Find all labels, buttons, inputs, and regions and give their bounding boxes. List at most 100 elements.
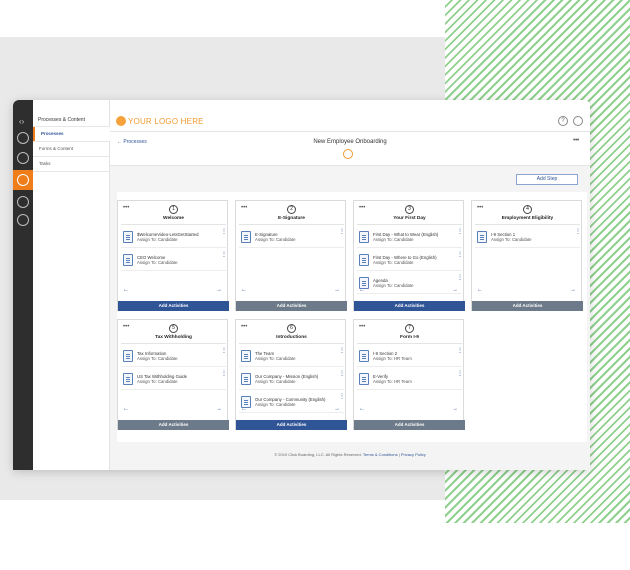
activity-item[interactable]: Agenda Assign To: Candidate ⋮ xyxy=(357,274,463,294)
activity-more-icon[interactable]: ⋮ xyxy=(339,394,345,400)
activity-more-icon[interactable]: ⋮ xyxy=(221,229,227,235)
step-more-menu[interactable]: ••• xyxy=(477,205,483,211)
secondary-nav: Processes & Content Processes Forms & Co… xyxy=(33,100,110,470)
process-icon xyxy=(343,149,353,159)
step-title: Employment Eligibility xyxy=(501,216,554,221)
add-activities-button[interactable]: Add Activities xyxy=(472,301,583,311)
activity-item[interactable]: Our Company - Mission (English) Assign To… xyxy=(239,370,345,390)
activity-assignee: Assign To: Candidate xyxy=(137,260,178,265)
activity-assignee: Assign To: Candidate xyxy=(373,283,414,288)
activity-more-icon[interactable]: ⋮ xyxy=(339,229,345,235)
terms-link[interactable]: Terms & Conditions xyxy=(363,452,398,457)
processes-rail-item[interactable] xyxy=(13,170,33,190)
move-right-icon[interactable]: → xyxy=(452,406,458,412)
activity-assignee: Assign To: Candidate xyxy=(255,237,296,242)
move-right-icon[interactable]: → xyxy=(216,406,222,412)
step-more-menu[interactable]: ••• xyxy=(123,324,129,330)
activity-item[interactable]: US Tax Withholding Guide Assign To: Candi… xyxy=(121,370,227,390)
page-title: New Employee Onboarding xyxy=(313,139,387,145)
document-icon xyxy=(359,350,369,362)
document-icon xyxy=(477,231,487,243)
activity-assignee: Assign To: Candidate xyxy=(137,356,178,361)
document-icon xyxy=(123,254,133,266)
step-more-menu[interactable]: ••• xyxy=(359,205,365,211)
top-bar: YOUR LOGO HERE ? xyxy=(110,100,590,132)
settings-icon[interactable] xyxy=(17,214,29,226)
activity-more-icon[interactable]: ⋮ xyxy=(221,252,227,258)
add-activities-button[interactable]: Add Activities xyxy=(118,420,229,430)
step-more-menu[interactable]: ••• xyxy=(241,205,247,211)
activity-item[interactable]: E-Verify Assign To: HR Team ⋮ xyxy=(357,370,463,390)
move-right-icon[interactable]: → xyxy=(334,406,340,412)
activity-item[interactable]: Our Company - Community (English) Assign … xyxy=(239,393,345,413)
move-right-icon[interactable]: → xyxy=(334,287,340,293)
step-more-menu[interactable]: ••• xyxy=(359,324,365,330)
activity-more-icon[interactable]: ⋮ xyxy=(221,371,227,377)
footer: © 2019 Click Boarding, LLC. All Rights R… xyxy=(110,452,590,457)
activity-item[interactable]: I-9 Section 1 Assign To: Candidate ⋮ xyxy=(475,228,581,248)
user-icon[interactable] xyxy=(573,116,583,126)
move-right-icon[interactable]: → xyxy=(216,287,222,293)
step-title: Introductions xyxy=(276,335,307,340)
add-activities-button[interactable]: Add Activities xyxy=(118,301,229,311)
add-activities-button[interactable]: Add Activities xyxy=(236,420,347,430)
move-left-icon[interactable]: ← xyxy=(359,406,365,412)
move-left-icon[interactable]: ← xyxy=(123,406,129,412)
step-card: ••• 1 Welcome $WelcomeVideo-LetsGetStarted A… xyxy=(117,200,229,311)
activity-more-icon[interactable]: ⋮ xyxy=(339,348,345,354)
people-icon[interactable] xyxy=(17,152,29,164)
activity-more-icon[interactable]: ⋮ xyxy=(221,348,227,354)
nav-item-processes[interactable]: Processes xyxy=(33,127,110,141)
move-right-icon[interactable]: → xyxy=(452,287,458,293)
activity-assignee: Assign To: HR Team xyxy=(373,356,412,361)
activity-more-icon[interactable]: ⋮ xyxy=(575,229,581,235)
activity-more-icon[interactable]: ⋮ xyxy=(339,371,345,377)
privacy-link[interactable]: Privacy Policy xyxy=(401,452,426,457)
activity-more-icon[interactable]: ⋮ xyxy=(457,371,463,377)
activity-more-icon[interactable]: ⋮ xyxy=(457,252,463,258)
icon-rail: ‹› xyxy=(13,100,33,470)
logo-icon xyxy=(116,116,126,126)
add-step-button[interactable]: Add Step xyxy=(516,174,578,185)
activity-item[interactable]: $WelcomeVideo-LetsGetStarted Assign To: C… xyxy=(121,228,227,248)
nav-item-forms-content[interactable]: Forms & Content xyxy=(33,142,110,156)
steps-board: ••• 1 Welcome $WelcomeVideo-LetsGetStarted A… xyxy=(117,192,587,442)
move-left-icon[interactable]: ← xyxy=(241,406,247,412)
process-more-menu[interactable]: ••• xyxy=(573,137,579,144)
document-icon xyxy=(123,231,133,243)
move-right-icon[interactable]: → xyxy=(570,287,576,293)
activity-more-icon[interactable]: ⋮ xyxy=(457,229,463,235)
activity-more-icon[interactable]: ⋮ xyxy=(457,348,463,354)
move-left-icon[interactable]: ← xyxy=(477,287,483,293)
collapse-icon[interactable]: ‹› xyxy=(19,117,24,126)
processes-icon xyxy=(17,174,29,186)
activity-item[interactable]: First Day - Where to Go (English) Assign … xyxy=(357,251,463,271)
step-number: 7 xyxy=(405,324,414,333)
activity-item[interactable]: First Day - What to Wear (English) Assign… xyxy=(357,228,463,248)
globe-icon[interactable] xyxy=(17,196,29,208)
add-activities-button[interactable]: Add Activities xyxy=(354,420,465,430)
step-more-menu[interactable]: ••• xyxy=(241,324,247,330)
step-card: ••• 7 Form I-9 I-9 Section 2 Assign To: HR T… xyxy=(353,319,465,430)
activity-more-icon[interactable]: ⋮ xyxy=(457,275,463,281)
add-activities-button[interactable]: Add Activities xyxy=(354,301,465,311)
copyright-text: © 2019 Click Boarding, LLC. All Rights R… xyxy=(274,452,362,457)
add-activities-button[interactable]: Add Activities xyxy=(236,301,347,311)
activity-item[interactable]: E-Signature Assign To: Candidate ⋮ xyxy=(239,228,345,248)
activity-assignee: Assign To: HR Team xyxy=(373,379,412,384)
step-card: ••• 4 Employment Eligibility I-9 Section 1A… xyxy=(471,200,583,311)
move-left-icon[interactable]: ← xyxy=(123,287,129,293)
move-left-icon[interactable]: ← xyxy=(359,287,365,293)
activity-item[interactable]: I-9 Section 2 Assign To: HR Team ⋮ xyxy=(357,347,463,367)
nav-item-tasks[interactable]: Tasks xyxy=(33,157,110,171)
activity-item[interactable]: Tax Information Assign To: Candidate ⋮ xyxy=(121,347,227,367)
step-number: 4 xyxy=(523,205,532,214)
activity-item[interactable]: CEO Welcome Assign To: Candidate ⋮ xyxy=(121,251,227,271)
activity-assignee: Assign To: Candidate xyxy=(373,260,414,265)
step-more-menu[interactable]: ••• xyxy=(123,205,129,211)
activity-assignee: Assign To: Candidate xyxy=(255,356,296,361)
activity-item[interactable]: The Team Assign To: Candidate ⋮ xyxy=(239,347,345,367)
help-icon[interactable]: ? xyxy=(558,116,568,126)
move-left-icon[interactable]: ← xyxy=(241,287,247,293)
dashboard-icon[interactable] xyxy=(17,132,29,144)
